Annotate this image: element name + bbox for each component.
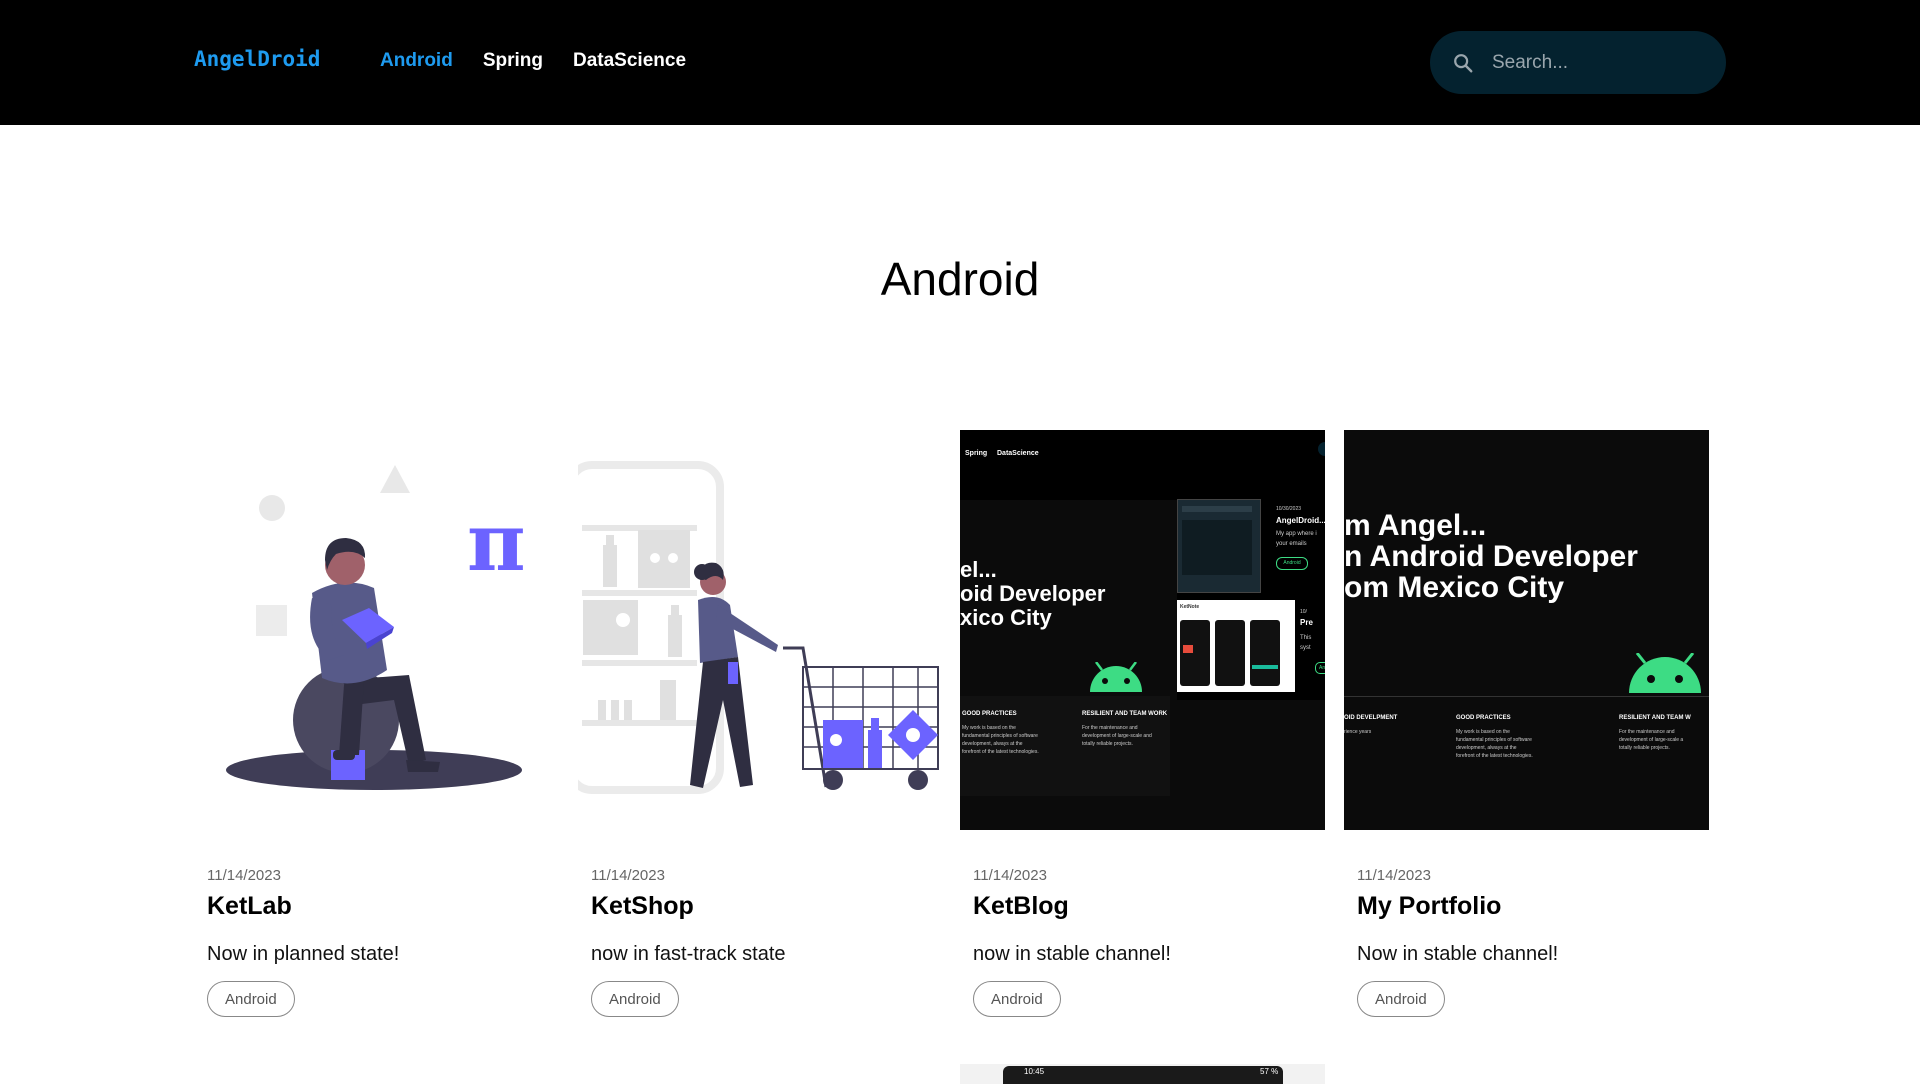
screenshot-post2-date: 10/ [1300,609,1307,615]
main-nav: Android Spring DataScience [380,50,716,72]
svg-text:π: π [467,495,526,589]
screenshot-nav-spring: Spring [965,450,988,457]
site-logo[interactable]: AngelDroid [194,47,320,71]
nav-link-android[interactable]: Android [380,50,453,72]
screenshot-col2-title: RESILIENT AND TEAM W [1619,715,1691,721]
post-title[interactable]: KetLab [207,892,292,921]
nav-link-datascience[interactable]: DataScience [573,50,686,72]
site-header: AngelDroid Android Spring DataScience [0,0,1920,125]
screenshot-post2-title: Pre [1300,618,1313,627]
screenshot-heading-line1: el... [960,557,997,582]
post-date: 11/14/2023 [973,867,1047,884]
screenshot-post-date: 10/30/2023 [1276,506,1302,512]
screenshot-col2-text: For the maintenance and development of l… [1619,729,1684,751]
phone-screenshot [1003,1066,1283,1084]
shopping-cart-illustration[interactable] [578,430,943,830]
category-tag[interactable]: Android [973,981,1061,1017]
android-logo-icon [1629,653,1701,693]
screenshot-heading-line3: om Mexico City [1344,571,1565,604]
screenshot-col1-title: GOOD PRACTICES [962,711,1017,717]
status-bar-battery: 57 % [1260,1067,1279,1076]
next-post-thumbnail[interactable]: 10:45 57 % [960,1064,1325,1084]
screenshot-post-title: AngelDroid... [1276,516,1325,525]
screenshot-col1-title: GOOD PRACTICES [1456,715,1511,721]
post-title[interactable]: KetShop [591,892,694,921]
reading-person-illustration[interactable]: π [194,430,559,830]
search-box[interactable] [1430,31,1726,94]
screenshot-col0-text: rience years [1344,729,1372,735]
website-screenshot[interactable]: m Angel... n Android Developer om Mexico… [1344,430,1709,830]
status-bar-time: 10:45 [1024,1067,1045,1076]
category-tag[interactable]: Android [207,981,295,1017]
screenshot-ketnote-label: KetNote [1180,604,1200,610]
screenshot-col2-title: RESILIENT AND TEAM WORK [1082,711,1168,717]
screenshot-heading-line3: xico City [960,605,1052,630]
post-card-ketblog[interactable]: Spring DataScience el... oid Developer x… [960,430,1325,1017]
screenshot-col2-text: For the maintenance and development of l… [1082,725,1152,747]
post-card-ketlab[interactable]: π 11/14/2023 KetLab Now in planned state… [194,430,559,1017]
screenshot-heading-line1: m Angel... [1344,509,1487,542]
category-tag[interactable]: Android [1357,981,1445,1017]
post-card-ketshop[interactable]: 11/14/2023 KetShop now in fast-track sta… [578,430,943,1017]
screenshot-post2-tag: An [1315,662,1325,674]
screenshot-col0-title: OID DEVELPMENT [1344,715,1398,721]
post-title[interactable]: KetBlog [973,892,1069,921]
screenshot-col1-text: My work is based on the fundamental prin… [1456,729,1533,759]
post-description: now in fast-track state [591,943,786,965]
post-date: 11/14/2023 [591,867,665,884]
screenshot-post-tag: Android [1276,557,1308,570]
screenshot-post2-text: This syst [1300,635,1312,651]
nav-link-spring[interactable]: Spring [483,50,543,72]
website-screenshot[interactable]: Spring DataScience el... oid Developer x… [960,430,1325,830]
android-logo-icon [1090,662,1142,692]
post-date: 11/14/2023 [1357,867,1431,884]
post-description: Now in stable channel! [1357,943,1559,965]
screenshot-heading-line2: n Android Developer [1344,540,1638,573]
post-date: 11/14/2023 [207,867,281,884]
search-input[interactable] [1490,50,1714,75]
page-title: Android [880,253,1040,305]
post-description: Now in planned state! [207,943,400,965]
screenshot-heading-line2: oid Developer [960,581,1106,606]
screenshot-post-text: My app where i your emails [1276,531,1317,547]
category-tag[interactable]: Android [591,981,679,1017]
post-card-my-portfolio[interactable]: m Angel... n Android Developer om Mexico… [1344,430,1709,1017]
post-description: now in stable channel! [973,943,1171,965]
post-title[interactable]: My Portfolio [1357,892,1501,921]
search-icon [1454,53,1473,72]
screenshot-col1-text: My work is based on the fundamental prin… [962,725,1039,755]
screenshot-nav-datascience: DataScience [997,450,1039,457]
